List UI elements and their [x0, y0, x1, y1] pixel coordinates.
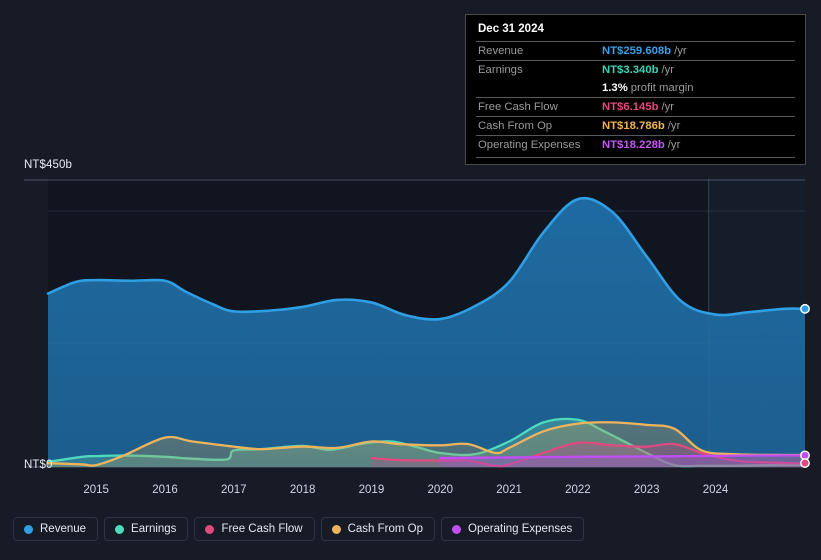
- y-axis-zero-label: NT$0: [24, 459, 53, 471]
- tooltip-row-value: NT$259.608b/yr: [602, 45, 687, 57]
- tooltip-rows: Revenue NT$259.608b/yr Earnings NT$3.340b/y…: [476, 41, 795, 154]
- legend-item-label: Free Cash Flow: [221, 523, 303, 535]
- tooltip-row-value: NT$3.340b/yr: [602, 64, 675, 76]
- legend-color-dot-icon: [331, 524, 341, 534]
- legend-item-revenue[interactable]: Revenue: [13, 517, 99, 541]
- legend-item-label: Earnings: [131, 523, 177, 535]
- legend-color-dot-icon: [24, 524, 33, 534]
- tooltip-profit-margin-row: 1.3% profit margin: [476, 79, 795, 97]
- x-axis-tick-2021: 2021: [496, 484, 522, 496]
- tooltip-row: Free Cash Flow NT$6.145b/yr: [476, 97, 795, 116]
- tooltip-row-value: NT$6.145b/yr: [602, 101, 675, 113]
- legend-item-label: Revenue: [40, 523, 87, 535]
- tooltip-row-label: Cash From Op: [478, 120, 553, 132]
- tooltip-row: Operating Expenses NT$18.228b/yr: [476, 135, 795, 154]
- financial-chart-screenshot: NT$450b NT$0 2015 2016 2017 2018 2019 2020 202…: [0, 0, 821, 560]
- legend-item-label: Operating Expenses: [468, 523, 573, 535]
- x-axis-tick-2020: 2020: [427, 484, 454, 496]
- legend-item-operating-expenses[interactable]: Operating Expenses: [441, 517, 585, 541]
- tooltip-row: Revenue NT$259.608b/yr: [476, 41, 795, 60]
- chart-legend: Revenue Earnings Free Cash Flow Cash From O…: [13, 517, 585, 541]
- tooltip-row-unit: /yr: [661, 101, 675, 113]
- legend-color-dot-icon: [452, 524, 462, 534]
- tooltip-row-label: Free Cash Flow: [478, 101, 558, 113]
- x-axis-tick-2023: 2023: [633, 484, 660, 496]
- tooltip-row-value: NT$18.228b/yr: [602, 139, 681, 151]
- x-axis-tick-2015: 2015: [83, 484, 109, 496]
- legend-item-label: Cash From Op: [347, 523, 424, 535]
- x-axis-tick-2024: 2024: [702, 484, 729, 496]
- x-axis-tick-2019: 2019: [358, 484, 385, 496]
- tooltip-row-unit: /yr: [667, 120, 681, 132]
- tooltip-profit-margin-text: profit margin: [630, 82, 694, 94]
- legend-color-dot-icon: [115, 524, 125, 534]
- tooltip-bottom-rule: [476, 157, 795, 158]
- chart-tooltip: Dec 31 2024 Revenue NT$259.608b/yr Earning…: [465, 14, 806, 165]
- tooltip-row-label: Earnings: [478, 64, 523, 76]
- legend-item-free-cash-flow[interactable]: Free Cash Flow: [194, 517, 315, 541]
- y-axis-top-label: NT$450b: [24, 159, 73, 171]
- tooltip-row: Earnings NT$3.340b/yr: [476, 60, 795, 79]
- tooltip-row-value: NT$18.786b/yr: [602, 120, 681, 132]
- legend-color-dot-icon: [205, 524, 215, 534]
- x-axis-tick-2018: 2018: [289, 484, 316, 496]
- legend-item-earnings[interactable]: Earnings: [104, 517, 189, 541]
- tooltip-date: Dec 31 2024: [478, 23, 544, 35]
- tooltip-row-unit: /yr: [661, 64, 675, 76]
- x-axis-tick-2017: 2017: [221, 484, 247, 496]
- tooltip-profit-margin-value: 1.3%: [602, 82, 628, 94]
- tooltip-row-unit: /yr: [674, 45, 687, 57]
- x-axis-tick-2022: 2022: [565, 484, 591, 496]
- tooltip-row-unit: /yr: [667, 139, 681, 151]
- x-axis-tick-2016: 2016: [152, 484, 178, 496]
- tooltip-row-label: Revenue: [478, 45, 524, 57]
- tooltip-row: Cash From Op NT$18.786b/yr: [476, 116, 795, 135]
- tooltip-row-label: Operating Expenses: [478, 139, 581, 151]
- legend-item-cash-from-op[interactable]: Cash From Op: [320, 517, 436, 541]
